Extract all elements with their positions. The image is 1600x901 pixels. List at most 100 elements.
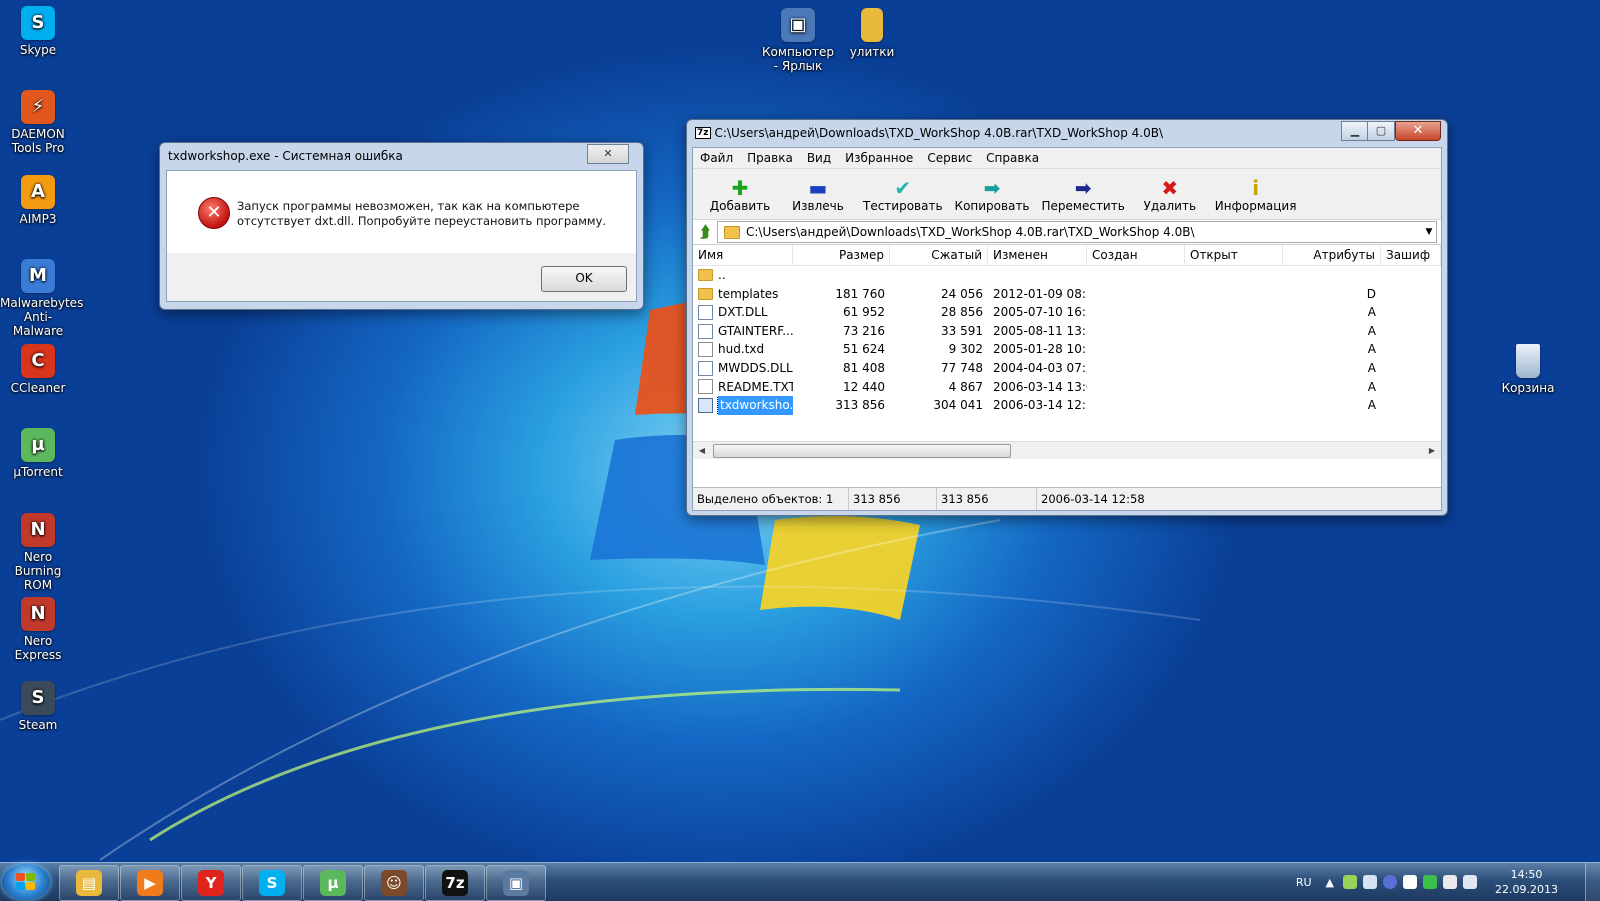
file-icon — [698, 379, 713, 395]
file-row[interactable]: templates 181 760 24 056 2012-01-09 08:30 D — [693, 285, 1441, 304]
media-player-icon: ▶ — [137, 870, 163, 896]
start-button[interactable] — [2, 864, 50, 900]
taskbar-app-explorer[interactable]: ▤ — [59, 865, 119, 901]
error-dialog-titlebar[interactable]: txdworkshop.exe - Системная ошибка — [160, 143, 643, 169]
column-header[interactable]: Атрибуты — [1283, 245, 1381, 265]
nero-express-icon: N — [21, 597, 55, 631]
file-row[interactable]: DXT.DLL 61 952 28 856 2005-07-10 16:36 A — [693, 303, 1441, 322]
file-empty-cell — [1087, 303, 1185, 322]
file-row[interactable]: MWDDS.DLL 81 408 77 748 2004-04-03 07:25 A — [693, 359, 1441, 378]
volume-icon[interactable] — [1363, 875, 1377, 889]
network-icon[interactable] — [1463, 875, 1477, 889]
up-folder-button[interactable]: ⮭ — [693, 222, 717, 242]
column-header[interactable]: Зашиф — [1381, 245, 1441, 265]
desktop-icon-ccleaner[interactable]: C CCleaner — [0, 344, 76, 395]
taskbar-app-7zip[interactable]: 7z — [425, 865, 485, 901]
folder-icon — [861, 8, 883, 42]
file-attr-cell: A — [1367, 398, 1376, 413]
desktop-icon-computer[interactable]: ▣ Компьютер - Ярлык — [760, 8, 836, 73]
desktop-icon-label: Skype — [19, 43, 57, 57]
menu-item[interactable]: Правка — [740, 151, 800, 165]
file-row[interactable]: txdworksho... 313 856 304 041 2006-03-14 12… — [693, 396, 1441, 415]
file-attr-cell: A — [1367, 323, 1376, 338]
scrollbar-thumb[interactable] — [713, 444, 1011, 458]
menu-item[interactable]: Вид — [800, 151, 838, 165]
file-modified-cell: 2005-08-11 13:36 — [993, 323, 1087, 338]
clock[interactable]: 14:50 22.09.2013 — [1495, 867, 1558, 897]
language-indicator[interactable]: RU — [1296, 876, 1312, 889]
desktop-icon-steam[interactable]: S Steam — [0, 681, 76, 732]
toolbar-button-extract[interactable]: ▬ Извлечь — [779, 177, 857, 219]
action-center-flag-icon[interactable] — [1443, 875, 1457, 889]
toolbar-button-add[interactable]: ✚ Добавить — [701, 177, 779, 219]
file-icon — [698, 304, 713, 320]
menu-item[interactable]: Избранное — [838, 151, 920, 165]
horizontal-scrollbar[interactable]: ◀ ▶ — [693, 441, 1441, 459]
toolbar-button-delete[interactable]: ✖ Удалить — [1131, 177, 1209, 219]
column-header[interactable]: Открыт — [1185, 245, 1283, 265]
menubar: Файл Правка Вид Избранное Сервис Справка — [693, 148, 1441, 169]
taskbar-app-yandex-browser[interactable]: Y — [181, 865, 241, 901]
menu-item[interactable]: Справка — [979, 151, 1046, 165]
file-row[interactable]: hud.txd 51 624 9 302 2005-01-28 10:14 A — [693, 340, 1441, 359]
menu-item[interactable]: Файл — [693, 151, 740, 165]
address-text: C:\Users\андрей\Downloads\TXD_WorkShop 4… — [746, 225, 1195, 239]
taskbar-app-skype[interactable]: S — [242, 865, 302, 901]
toolbar-button-copy[interactable]: ➡ Копировать — [949, 177, 1036, 219]
show-hidden-icons-icon[interactable]: ▲ — [1326, 876, 1334, 889]
desktop-icon-utorrent[interactable]: µ µTorrent — [0, 428, 76, 479]
sevenzip-app-icon: 7z — [695, 127, 711, 139]
file-row[interactable]: GTAINTERF... 73 216 33 591 2005-08-11 13:36… — [693, 322, 1441, 341]
file-name: templates — [718, 286, 779, 301]
scroll-right-icon[interactable]: ▶ — [1425, 444, 1439, 457]
file-name: hud.txd — [718, 342, 765, 357]
minimize-button[interactable]: ▁ — [1341, 121, 1369, 141]
maximize-button[interactable]: ▢ — [1367, 121, 1395, 141]
ok-button[interactable]: OK — [541, 266, 627, 292]
column-header[interactable]: Размер — [793, 245, 890, 265]
file-row[interactable]: README.TXT 12 440 4 867 2006-03-14 13:04 A — [693, 378, 1441, 397]
taskbar-app-error-window[interactable]: ▣ — [486, 865, 546, 901]
file-empty-cell — [1185, 266, 1283, 285]
show-desktop-button[interactable] — [1585, 863, 1600, 901]
tray-security-icon[interactable] — [1403, 875, 1417, 889]
taskbar-app-game-avatar[interactable]: ☺ — [364, 865, 424, 901]
taskbar-app-utorrent[interactable]: µ — [303, 865, 363, 901]
file-empty-cell — [1185, 285, 1283, 304]
desktop-icon-malwarebytes[interactable]: M Malwarebytes Anti-Malware — [0, 259, 83, 338]
sevenzip-titlebar[interactable]: 7z C:\Users\андрей\Downloads\TXD_WorkSho… — [687, 120, 1447, 146]
tray-app-icon[interactable] — [1343, 875, 1357, 889]
tray-update-icon[interactable] — [1423, 875, 1437, 889]
close-button[interactable]: ✕ — [1395, 121, 1441, 141]
sevenzip-window: 7z C:\Users\андрей\Downloads\TXD_WorkSho… — [686, 119, 1448, 516]
column-header[interactable]: Создан — [1087, 245, 1185, 265]
column-header[interactable]: Сжатый — [890, 245, 988, 265]
file-name-cell: README.TXT — [693, 378, 793, 397]
column-header[interactable]: Имя — [693, 245, 793, 265]
steam-icon: S — [21, 681, 55, 715]
file-name: README.TXT — [718, 379, 793, 394]
desktop-icon-daemon-tools[interactable]: ⚡ DAEMON Tools Pro — [0, 90, 76, 155]
menu-item[interactable]: Сервис — [920, 151, 979, 165]
tray-utility-icon[interactable] — [1383, 875, 1397, 889]
column-header[interactable]: Изменен — [988, 245, 1087, 265]
desktop-icon-skype[interactable]: S Skype — [0, 6, 76, 57]
file-empty-cell — [1381, 396, 1441, 415]
error-message-area: ✕ Запуск программы невозможен, так как н… — [167, 171, 636, 253]
desktop-icon-recycle-bin[interactable]: Корзина — [1490, 344, 1566, 395]
file-row[interactable]: .. — [693, 266, 1441, 285]
taskbar-app-media-player[interactable]: ▶ — [120, 865, 180, 901]
address-field[interactable]: C:\Users\андрей\Downloads\TXD_WorkShop 4… — [717, 221, 1437, 243]
toolbar-button-test[interactable]: ✔ Тестировать — [857, 177, 949, 219]
scroll-left-icon[interactable]: ◀ — [695, 444, 709, 457]
toolbar-button-info[interactable]: i Информация — [1209, 177, 1303, 219]
desktop-icon-folder[interactable]: улитки — [834, 8, 910, 59]
desktop-icon-aimp[interactable]: A AIMP3 — [0, 175, 76, 226]
toolbar-button-label: Переместить — [1041, 199, 1125, 213]
close-button[interactable]: ✕ — [587, 144, 629, 164]
chevron-down-icon[interactable]: ▼ — [1422, 227, 1436, 237]
file-empty-cell — [1087, 378, 1185, 397]
desktop-icon-nero-express[interactable]: N Nero Express — [0, 597, 76, 662]
desktop-icon-nero[interactable]: N Nero Burning ROM — [0, 513, 76, 592]
toolbar-button-move[interactable]: ➡ Переместить — [1036, 177, 1131, 219]
